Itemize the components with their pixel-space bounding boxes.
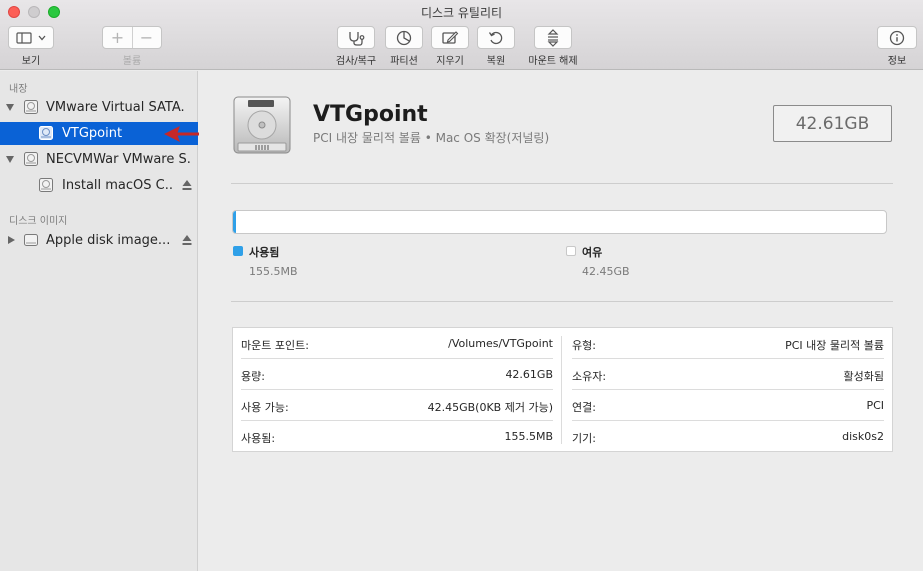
usage-bar <box>232 210 887 234</box>
erase-icon <box>442 30 459 44</box>
volume-subtitle: PCI 내장 물리적 볼륨 • Mac OS 확장(저널링) <box>313 131 550 145</box>
divider <box>231 183 893 184</box>
hard-drive-icon <box>233 96 291 154</box>
info-value: disk0s2 <box>842 430 884 443</box>
info-row: 마운트 포인트: /Volumes/VTGpoint <box>241 328 553 359</box>
info-row: 용량: 42.61GB <box>241 359 553 390</box>
info-row: 사용됨: 155.5MB <box>241 421 553 452</box>
sidebar-icon <box>16 31 32 44</box>
volume-icon <box>39 126 53 140</box>
view-label: 보기 <box>21 56 41 67</box>
volume-size-box: 42.61GB <box>773 105 892 142</box>
disclosure-triangle-icon[interactable] <box>8 236 15 244</box>
main-pane: VTGpoint PCI 내장 물리적 볼륨 • Mac OS 확장(저널링) … <box>199 71 923 571</box>
divider <box>231 301 893 302</box>
view-button[interactable] <box>8 26 54 49</box>
sidebar-item-vmware-disk[interactable]: VMware Virtual SATA... <box>0 96 198 119</box>
unmount-icon <box>547 28 559 47</box>
toolbar: 디스크 유틸리티 보기 + − 볼륨 검사/복구 파티션 지우기 복원 마운트 … <box>0 0 923 70</box>
sidebar-item-apple-disk-image[interactable]: Apple disk image... <box>0 229 198 252</box>
info-row: 연결: PCI <box>572 390 884 421</box>
info-key: 기기: <box>572 432 596 445</box>
info-row: 유형: PCI 내장 물리적 볼륨 <box>572 328 884 359</box>
internal-section-header: 내장 <box>9 84 28 95</box>
chevron-down-icon <box>38 35 46 40</box>
volume-segment[interactable]: + − <box>102 26 162 49</box>
info-row: 소유자: 활성화됨 <box>572 359 884 390</box>
sidebar-item-label: NECVMWar VMware S... <box>46 152 192 167</box>
internal-disk-icon <box>24 152 38 166</box>
info-key: 유형: <box>572 339 596 352</box>
used-legend-title: 사용됨 <box>249 246 280 259</box>
free-legend-value: 42.45GB <box>582 265 630 278</box>
used-legend-swatch <box>233 246 243 256</box>
volume-icon <box>39 178 53 192</box>
first-aid-label: 검사/복구 <box>335 56 377 67</box>
info-key: 소유자: <box>572 370 607 383</box>
used-legend-value: 155.5MB <box>249 265 298 278</box>
disclosure-triangle-icon[interactable] <box>6 156 14 163</box>
sidebar: 내장 VMware Virtual SATA... VTGpoint NECVM… <box>0 71 198 571</box>
info-right-column: 유형: PCI 내장 물리적 볼륨 소유자: 활성화됨 연결: PCI 기기: … <box>564 328 894 451</box>
sidebar-item-install-macos[interactable]: Install macOS C... <box>0 174 198 197</box>
internal-disk-icon <box>24 100 38 114</box>
info-value: 42.45GB(0KB 제거 가능) <box>427 401 553 414</box>
volume-name: VTGpoint <box>313 102 428 127</box>
restore-icon <box>488 31 503 44</box>
sidebar-item-label: Install macOS C... <box>62 178 174 193</box>
erase-button[interactable] <box>431 26 469 49</box>
info-icon <box>889 30 905 45</box>
info-row: 기기: disk0s2 <box>572 421 884 452</box>
partition-button[interactable] <box>385 26 423 49</box>
info-row: 사용 가능: 42.45GB(0KB 제거 가능) <box>241 390 553 421</box>
unmount-label: 마운트 해제 <box>528 56 578 67</box>
stethoscope-icon <box>349 31 365 46</box>
first-aid-button[interactable] <box>337 26 375 49</box>
eject-icon[interactable] <box>182 234 192 246</box>
disk-utility-window: 디스크 유틸리티 보기 + − 볼륨 검사/복구 파티션 지우기 복원 마운트 … <box>0 0 923 571</box>
window-title: 디스크 유틸리티 <box>420 6 503 20</box>
info-key: 연결: <box>572 401 596 414</box>
sidebar-item-label: VTGpoint <box>62 126 123 141</box>
disclosure-triangle-icon[interactable] <box>6 104 14 111</box>
info-value: 155.5MB <box>504 430 553 443</box>
info-value: 활성화됨 <box>843 370 884 383</box>
restore-label: 복원 <box>486 56 506 67</box>
disk-image-icon <box>24 234 38 246</box>
info-key: 사용 가능: <box>241 401 289 414</box>
info-table: 마운트 포인트: /Volumes/VTGpoint 용량: 42.61GB 사… <box>232 327 893 452</box>
info-value: PCI 내장 물리적 볼륨 <box>785 339 884 352</box>
eject-icon[interactable] <box>182 179 192 191</box>
info-key: 용량: <box>241 370 265 383</box>
volume-label: 볼륨 <box>122 56 142 67</box>
pie-partition-icon <box>396 30 412 45</box>
info-value: /Volumes/VTGpoint <box>448 337 553 350</box>
sidebar-item-label: VMware Virtual SATA... <box>46 100 186 115</box>
info-value: PCI <box>866 399 884 412</box>
info-key: 사용됨: <box>241 432 276 445</box>
info-label: 정보 <box>887 56 907 67</box>
info-key: 마운트 포인트: <box>241 339 309 352</box>
add-volume-icon[interactable]: + <box>103 28 132 47</box>
free-legend-swatch <box>566 246 576 256</box>
disk-images-section-header: 디스크 이미지 <box>9 216 68 227</box>
sidebar-item-necvmwar-disk[interactable]: NECVMWar VMware S... <box>0 148 198 171</box>
column-separator <box>561 336 562 444</box>
free-legend-title: 여유 <box>582 246 603 259</box>
info-left-column: 마운트 포인트: /Volumes/VTGpoint 용량: 42.61GB 사… <box>233 328 561 451</box>
info-button[interactable] <box>877 26 917 49</box>
info-value: 42.61GB <box>505 368 553 381</box>
sidebar-item-label: Apple disk image... <box>46 233 171 248</box>
erase-label: 지우기 <box>436 56 464 67</box>
partition-label: 파티션 <box>390 56 418 67</box>
restore-button[interactable] <box>477 26 515 49</box>
usage-bar-used <box>233 211 236 233</box>
unmount-button[interactable] <box>534 26 572 49</box>
remove-volume-icon[interactable]: − <box>132 28 161 47</box>
